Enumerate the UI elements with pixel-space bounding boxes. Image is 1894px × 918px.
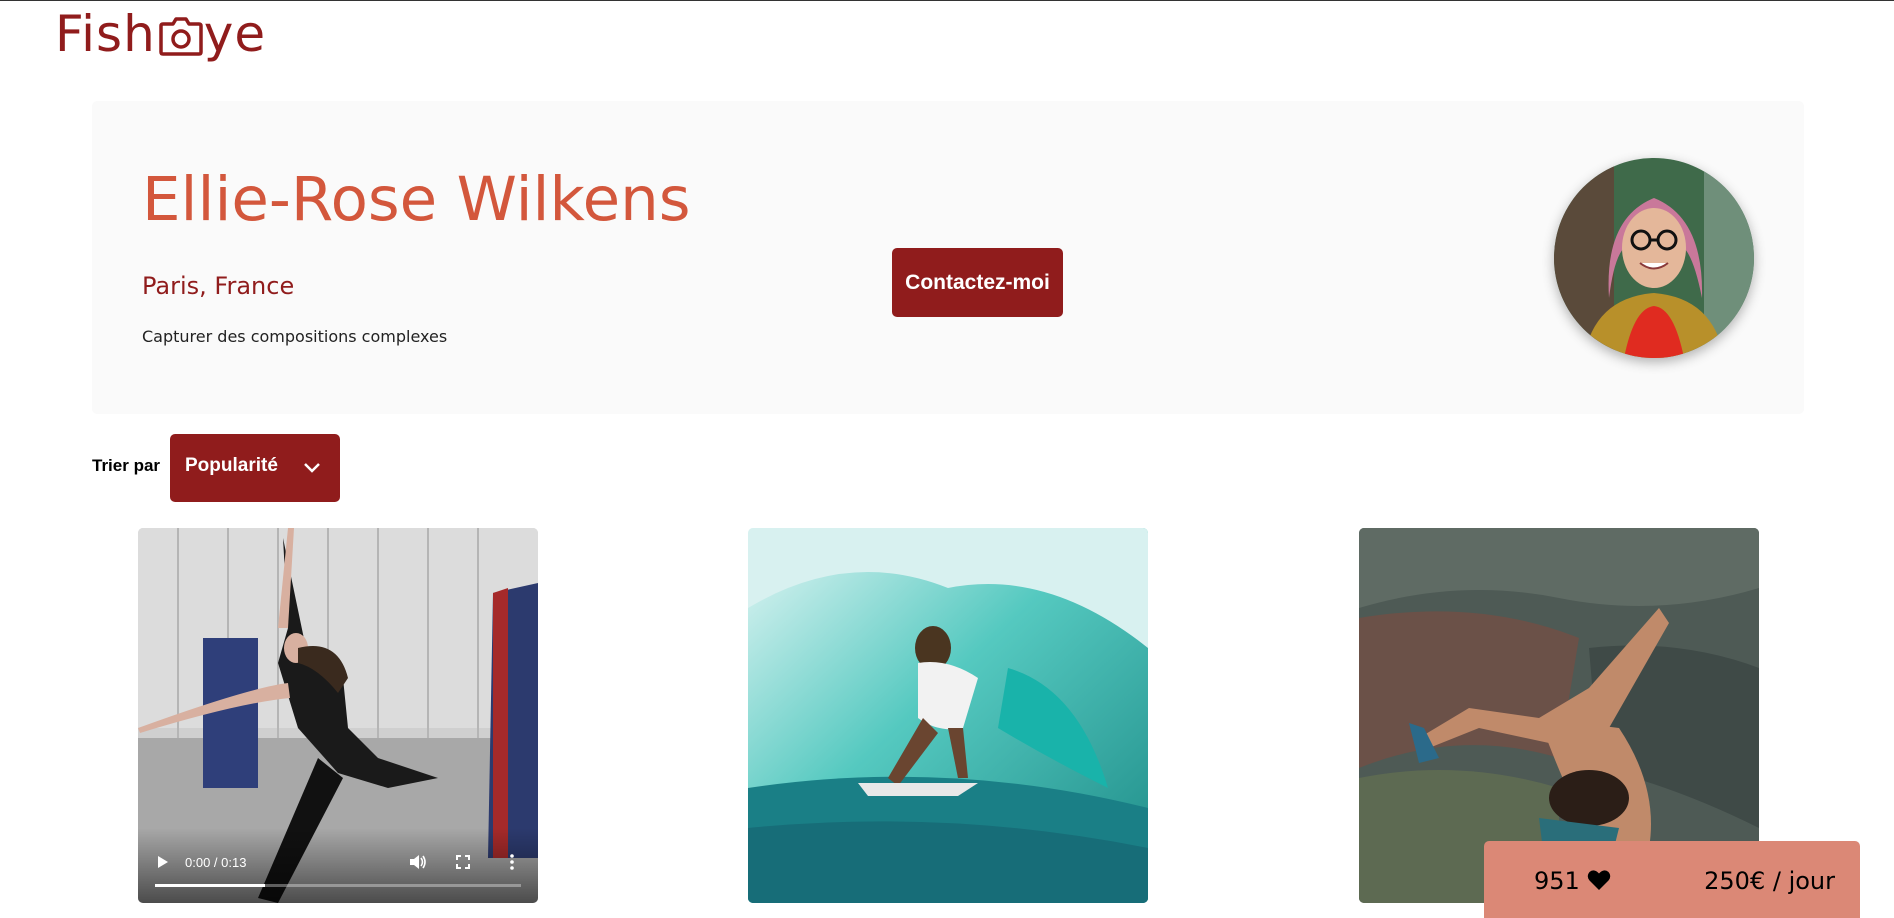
total-likes: 951 bbox=[1534, 867, 1580, 895]
sort-selected-value: Popularité bbox=[185, 455, 278, 476]
photographer-location: Paris, France bbox=[142, 272, 295, 300]
video-controls: 0:00 / 0:13 bbox=[138, 828, 538, 903]
chevron-down-icon bbox=[304, 463, 320, 473]
volume-icon[interactable] bbox=[409, 854, 427, 870]
fullscreen-icon[interactable] bbox=[456, 855, 470, 869]
heart-icon bbox=[1587, 870, 1611, 890]
more-options-icon[interactable] bbox=[510, 854, 514, 870]
photographer-name: Ellie-Rose Wilkens bbox=[142, 164, 691, 235]
avatar-portrait bbox=[1554, 158, 1754, 358]
play-icon[interactable] bbox=[157, 855, 169, 869]
video-progress-fill bbox=[155, 884, 265, 887]
stats-bar: 951 250€ / jour bbox=[1484, 841, 1860, 918]
gallery-image-surfer[interactable] bbox=[748, 528, 1148, 903]
photographer-tagline: Capturer des compositions complexes bbox=[142, 327, 448, 346]
photographer-header: Ellie-Rose Wilkens Paris, France Capture… bbox=[92, 101, 1804, 414]
gallery-video[interactable]: 0:00 / 0:13 bbox=[138, 528, 538, 903]
fisheye-logo[interactable]: Fish ye bbox=[55, 5, 266, 63]
daily-price: 250€ / jour bbox=[1704, 867, 1835, 895]
sort-label: Trier par bbox=[92, 456, 161, 475]
video-progress-bar[interactable] bbox=[155, 884, 521, 887]
contact-button[interactable]: Contactez-moi bbox=[892, 248, 1063, 317]
surfer-photo bbox=[748, 528, 1148, 903]
logo-text-end: ye bbox=[203, 5, 267, 63]
sort-dropdown[interactable]: Popularité bbox=[170, 434, 340, 502]
top-border bbox=[0, 0, 1894, 1]
video-time: 0:00 / 0:13 bbox=[185, 855, 247, 870]
camera-icon bbox=[159, 17, 203, 56]
photographer-avatar bbox=[1554, 158, 1754, 358]
logo-text-start: Fish bbox=[55, 5, 156, 63]
